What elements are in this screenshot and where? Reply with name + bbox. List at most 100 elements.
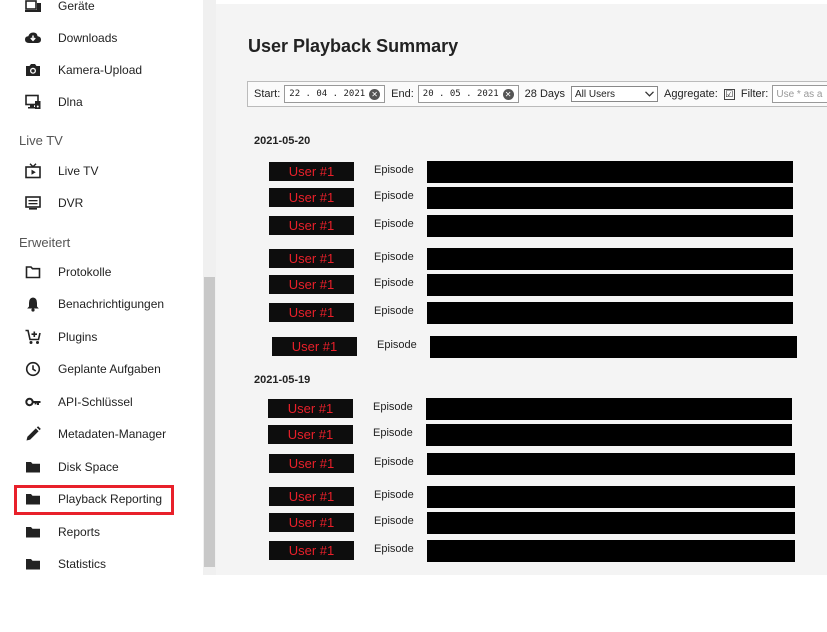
filter-toolbar: Start: 22 . 04 . 2021 ✕ End: 20 . 05 . 2… [247, 81, 827, 107]
sidebar-item-label: DVR [58, 196, 84, 210]
table-row: User #1 Episode [268, 512, 795, 534]
table-row: User #1 Episode [268, 486, 795, 508]
table-row: User #1 Episode [267, 424, 792, 446]
folder-open-icon [24, 263, 42, 281]
end-date-input[interactable]: 20 . 05 . 2021 ✕ [417, 85, 519, 103]
sidebar-item-label: Dlna [58, 95, 83, 109]
end-label: End: [391, 88, 414, 100]
key-icon [24, 393, 42, 411]
redacted-block [427, 274, 793, 296]
user-badge: User #1 [269, 188, 354, 207]
days-count: 28 Days [524, 88, 566, 100]
page-title: User Playback Summary [248, 36, 459, 56]
folder-icon [24, 555, 42, 573]
redacted-block [426, 424, 792, 446]
sidebar-item-kamera-upload[interactable]: Kamera-Upload [0, 54, 203, 86]
folder-icon [24, 523, 42, 541]
start-label: Start: [254, 88, 281, 100]
sidebar-item-label: Kamera-Upload [58, 63, 143, 77]
redacted-block [427, 187, 793, 209]
sidebar-item-label: Live TV [58, 164, 99, 178]
user-badge: User #1 [269, 303, 354, 322]
start-date-value: 22 . 04 . 2021 [289, 89, 366, 99]
redacted-block [427, 512, 795, 534]
item-type: Episode [374, 218, 414, 230]
table-row: User #1 Episode [268, 302, 793, 324]
bottom-blank-area [0, 575, 827, 632]
clear-icon[interactable]: ✕ [502, 88, 514, 100]
user-badge: User #1 [269, 216, 354, 235]
sidebar-item-label: Disk Space [58, 460, 119, 474]
user-badge: User #1 [272, 337, 357, 356]
sidebar-item-api-schluessel[interactable]: API-Schlüssel [0, 386, 203, 418]
user-badge: User #1 [268, 399, 353, 418]
sidebar-item-protokolle[interactable]: Protokolle [0, 256, 203, 288]
sidebar-item-statistics[interactable]: Statistics [0, 548, 203, 575]
user-badge: User #1 [269, 162, 354, 181]
date-heading: 2021-05-20 [254, 135, 311, 147]
camera-icon [24, 61, 42, 79]
aggregate-checkbox[interactable]: ☑ [723, 88, 735, 100]
item-type: Episode [373, 427, 413, 439]
sidebar-item-geraete[interactable]: Geräte [0, 0, 203, 22]
user-badge: User #1 [269, 513, 354, 532]
redacted-block [427, 161, 793, 183]
sidebar-item-label: Reports [58, 525, 101, 539]
filter-label: Filter: [740, 88, 769, 100]
dvr-icon [24, 194, 42, 212]
item-type: Episode [374, 164, 414, 176]
item-type: Episode [374, 305, 414, 317]
cart-plus-icon [24, 328, 42, 346]
sidebar-item-dlna[interactable]: Dlna [0, 86, 203, 118]
item-type: Episode [374, 277, 414, 289]
date-heading: 2021-05-19 [254, 374, 311, 386]
user-badge: User #1 [269, 249, 354, 268]
sidebar-item-label: Downloads [58, 31, 118, 45]
end-date-value: 20 . 05 . 2021 [422, 89, 499, 99]
item-type: Episode [377, 339, 417, 351]
redacted-block [427, 453, 795, 475]
sidebar-item-geplante-aufgaben[interactable]: Geplante Aufgaben [0, 353, 203, 385]
sidebar: Geräte Downloads Kamera-Upload Dlna Live… [0, 0, 203, 575]
redacted-block [427, 302, 793, 324]
sidebar-scrollbar-thumb[interactable] [204, 277, 215, 567]
user-badge: User #1 [269, 275, 354, 294]
sidebar-item-downloads[interactable]: Downloads [0, 22, 203, 54]
table-row: User #1 Episode [268, 187, 793, 209]
table-row: User #1 Episode [268, 248, 793, 270]
item-type: Episode [374, 515, 414, 527]
sidebar-item-label: Protokolle [58, 265, 112, 279]
item-type: Episode [374, 190, 414, 202]
redacted-block [426, 398, 792, 420]
clear-icon[interactable]: ✕ [369, 88, 381, 100]
sidebar-item-disk-space[interactable]: Disk Space [0, 451, 203, 483]
devices-icon [24, 0, 42, 15]
item-type: Episode [374, 543, 414, 555]
clock-icon [24, 360, 42, 378]
users-select[interactable]: All Users [571, 86, 659, 102]
item-type: Episode [374, 251, 414, 263]
redacted-block [427, 540, 795, 562]
sidebar-item-label: Plugins [58, 330, 98, 344]
users-select-value: All Users [575, 88, 616, 100]
table-row: User #1 Episode [271, 336, 797, 358]
main-content: User Playback Summary Start: 22 . 04 . 2… [216, 0, 827, 575]
sidebar-item-benachrichtigungen[interactable]: Benachrichtigungen [0, 288, 203, 320]
sidebar-item-label: Statistics [58, 557, 107, 571]
sidebar-item-plugins[interactable]: Plugins [0, 321, 203, 353]
user-badge: User #1 [269, 454, 354, 473]
pencil-icon [24, 425, 42, 443]
main-top-strip [216, 0, 827, 4]
filter-input[interactable]: Use * as a [772, 85, 827, 103]
table-row: User #1 Episode [268, 540, 795, 562]
sidebar-item-label: Geplante Aufgaben [58, 362, 161, 376]
sidebar-item-metadaten-manager[interactable]: Metadaten-Manager [0, 418, 203, 450]
sidebar-item-live-tv[interactable]: Live TV [0, 155, 203, 187]
redacted-block [427, 486, 795, 508]
item-type: Episode [374, 489, 414, 501]
aggregate-label: Aggregate: [664, 88, 718, 100]
start-date-input[interactable]: 22 . 04 . 2021 ✕ [284, 85, 386, 103]
sidebar-item-dvr[interactable]: DVR [0, 187, 203, 219]
sidebar-item-reports[interactable]: Reports [0, 516, 203, 548]
redacted-block [430, 336, 797, 358]
